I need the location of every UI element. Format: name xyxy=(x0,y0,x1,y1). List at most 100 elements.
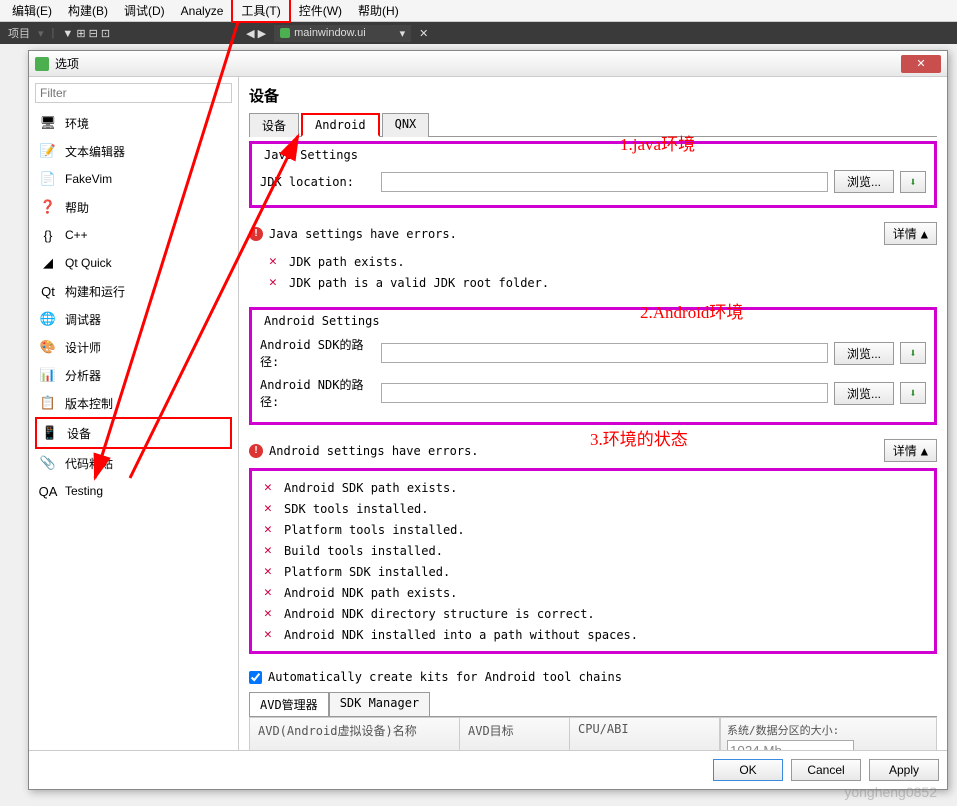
sdk-manager-tab[interactable]: SDK Manager xyxy=(329,692,430,716)
detail-button-2[interactable]: 详情 ▲ xyxy=(884,439,937,462)
sidebar-item-1[interactable]: 📝 文本编辑器 xyxy=(35,137,232,165)
sidebar-item-2[interactable]: 📄FakeVim xyxy=(35,165,232,193)
avd-table: AVD(Android虚拟设备)名称 AVD目标 CPU/ABI 系统/数据分区… xyxy=(249,717,937,750)
subtabs: 设备 Android QNX xyxy=(249,112,937,137)
tab-android[interactable]: Android xyxy=(301,113,380,137)
sidebar-icon: Qt xyxy=(39,282,57,300)
sidebar-icon: QA xyxy=(39,482,57,500)
menu-debug[interactable]: 调试(D) xyxy=(116,0,173,21)
sidebar-label: Qt Quick xyxy=(65,256,112,270)
check-item: ✕Platform SDK installed. xyxy=(264,561,926,582)
sidebar-label: 版本控制 xyxy=(65,395,113,412)
main-panel: 设备 设备 Android QNX Java Settings JDK loca… xyxy=(239,77,947,750)
close-button[interactable]: ✕ xyxy=(901,55,941,73)
avd-col-cpu: CPU/ABI xyxy=(570,718,720,750)
sidebar-icon: 🎨 xyxy=(39,338,57,356)
jdk-browse-button[interactable]: 浏览... xyxy=(834,170,894,193)
android-error-text: Android settings have errors. xyxy=(269,444,479,458)
avd-col-target: AVD目标 xyxy=(460,718,570,750)
avd-manager-tab[interactable]: AVD管理器 xyxy=(249,692,329,716)
check-item: ✕Build tools installed. xyxy=(264,540,926,561)
menu-tools[interactable]: 工具(T) xyxy=(231,0,290,23)
sys-label: 系统/数据分区的大小: xyxy=(727,722,854,738)
x-icon: ✕ xyxy=(264,564,276,579)
page-title: 设备 xyxy=(249,85,937,106)
check-item: ✕Android NDK installed into a path witho… xyxy=(264,624,926,645)
apply-button[interactable]: Apply xyxy=(869,759,939,781)
ndk-label: Android NDK的路径: xyxy=(260,376,375,410)
options-dialog: 选项 ✕ 🖥 环境 📝 文本编辑器 📄FakeVim ❓ 帮助 {}C++ ◢ Qt Quick Q… xyxy=(28,50,948,790)
sidebar-icon: 📱 xyxy=(41,424,59,442)
sidebar-item-12[interactable]: 📎代码粘贴 xyxy=(35,449,232,477)
cancel-button[interactable]: Cancel xyxy=(791,759,861,781)
dialog-buttons: OK Cancel Apply xyxy=(29,750,947,789)
dialog-titlebar: 选项 ✕ xyxy=(29,51,947,77)
sidebar-label: 代码粘贴 xyxy=(65,455,113,472)
sidebar-label: 分析器 xyxy=(65,367,101,384)
menubar: 编辑(E) 构建(B) 调试(D) Analyze 工具(T) 控件(W) 帮助… xyxy=(0,0,957,22)
auto-kits-checkbox[interactable] xyxy=(249,671,262,684)
sidebar-item-8[interactable]: 🎨设计师 xyxy=(35,333,232,361)
sidebar-item-3[interactable]: ❓ 帮助 xyxy=(35,193,232,221)
sidebar-icon: ◢ xyxy=(39,254,57,272)
x-icon: ✕ xyxy=(264,585,276,600)
check-item: ✕Platform tools installed. xyxy=(264,519,926,540)
sidebar-icon: 🖥 xyxy=(39,114,57,132)
sidebar-item-9[interactable]: 📊 分析器 xyxy=(35,361,232,389)
menu-widgets[interactable]: 控件(W) xyxy=(291,0,350,21)
sidebar-label: Testing xyxy=(65,484,103,498)
x-icon: ✕ xyxy=(269,275,281,290)
jdk-download-button[interactable]: ⬇ xyxy=(900,171,926,193)
file-tab[interactable]: mainwindow.ui ▾ xyxy=(274,25,411,42)
sidebar-item-6[interactable]: Qt构建和运行 xyxy=(35,277,232,305)
check-item: ✕Android SDK path exists. xyxy=(264,477,926,498)
android-section-title: Android Settings xyxy=(260,314,384,328)
menu-help[interactable]: 帮助(H) xyxy=(350,0,407,21)
java-error-text: Java settings have errors. xyxy=(269,227,457,241)
ndk-browse-button[interactable]: 浏览... xyxy=(834,382,894,405)
sidebar-icon: 📄 xyxy=(39,170,57,188)
sidebar-label: 文本编辑器 xyxy=(65,143,125,160)
sdk-download-button[interactable]: ⬇ xyxy=(900,342,926,364)
ui-file-icon xyxy=(280,28,290,38)
detail-button[interactable]: 详情 ▲ xyxy=(884,222,937,245)
check-item: ✕JDK path is a valid JDK root folder. xyxy=(269,272,937,293)
sdk-browse-button[interactable]: 浏览... xyxy=(834,342,894,365)
sidebar-item-10[interactable]: 📋 版本控制 xyxy=(35,389,232,417)
sidebar-label: 设备 xyxy=(67,425,91,442)
sidebar-item-0[interactable]: 🖥 环境 xyxy=(35,109,232,137)
x-icon: ✕ xyxy=(264,522,276,537)
auto-kits-label: Automatically create kits for Android to… xyxy=(268,670,622,684)
sidebar-icon: 📝 xyxy=(39,142,57,160)
sidebar-label: C++ xyxy=(65,228,88,242)
filter-input[interactable] xyxy=(35,83,232,103)
menu-build[interactable]: 构建(B) xyxy=(60,0,116,21)
sidebar-item-4[interactable]: {}C++ xyxy=(35,221,232,249)
check-item: ✕SDK tools installed. xyxy=(264,498,926,519)
sidebar-icon: ❓ xyxy=(39,198,57,216)
sys-size-input[interactable] xyxy=(727,740,854,750)
sidebar-label: 帮助 xyxy=(65,199,89,216)
sidebar-label: 调试器 xyxy=(65,311,101,328)
check-item: ✕Android NDK directory structure is corr… xyxy=(264,603,926,624)
menu-analyze[interactable]: Analyze xyxy=(173,2,232,20)
sidebar-item-7[interactable]: 🌐调试器 xyxy=(35,305,232,333)
sidebar-item-11[interactable]: 📱 设备 xyxy=(35,417,232,449)
menu-edit[interactable]: 编辑(E) xyxy=(4,0,60,21)
error-icon: ! xyxy=(249,444,263,458)
ndk-download-button[interactable]: ⬇ xyxy=(900,382,926,404)
app-icon xyxy=(35,57,49,71)
sdk-input[interactable] xyxy=(381,343,828,363)
tab-qnx[interactable]: QNX xyxy=(382,113,430,137)
jdk-input[interactable] xyxy=(381,172,828,192)
sidebar-label: 环境 xyxy=(65,115,89,132)
ok-button[interactable]: OK xyxy=(713,759,783,781)
x-icon: ✕ xyxy=(264,543,276,558)
ndk-input[interactable] xyxy=(381,383,828,403)
sidebar-icon: 📋 xyxy=(39,394,57,412)
sidebar-item-5[interactable]: ◢ Qt Quick xyxy=(35,249,232,277)
sidebar-icon: 📊 xyxy=(39,366,57,384)
toolbar: 项目 ▾ | ▼ ⊞ ⊟ ⊡ ◀ ▶ mainwindow.ui ▾ ✕ xyxy=(0,22,957,44)
sidebar-item-13[interactable]: QA Testing xyxy=(35,477,232,505)
tab-devices[interactable]: 设备 xyxy=(249,113,299,137)
